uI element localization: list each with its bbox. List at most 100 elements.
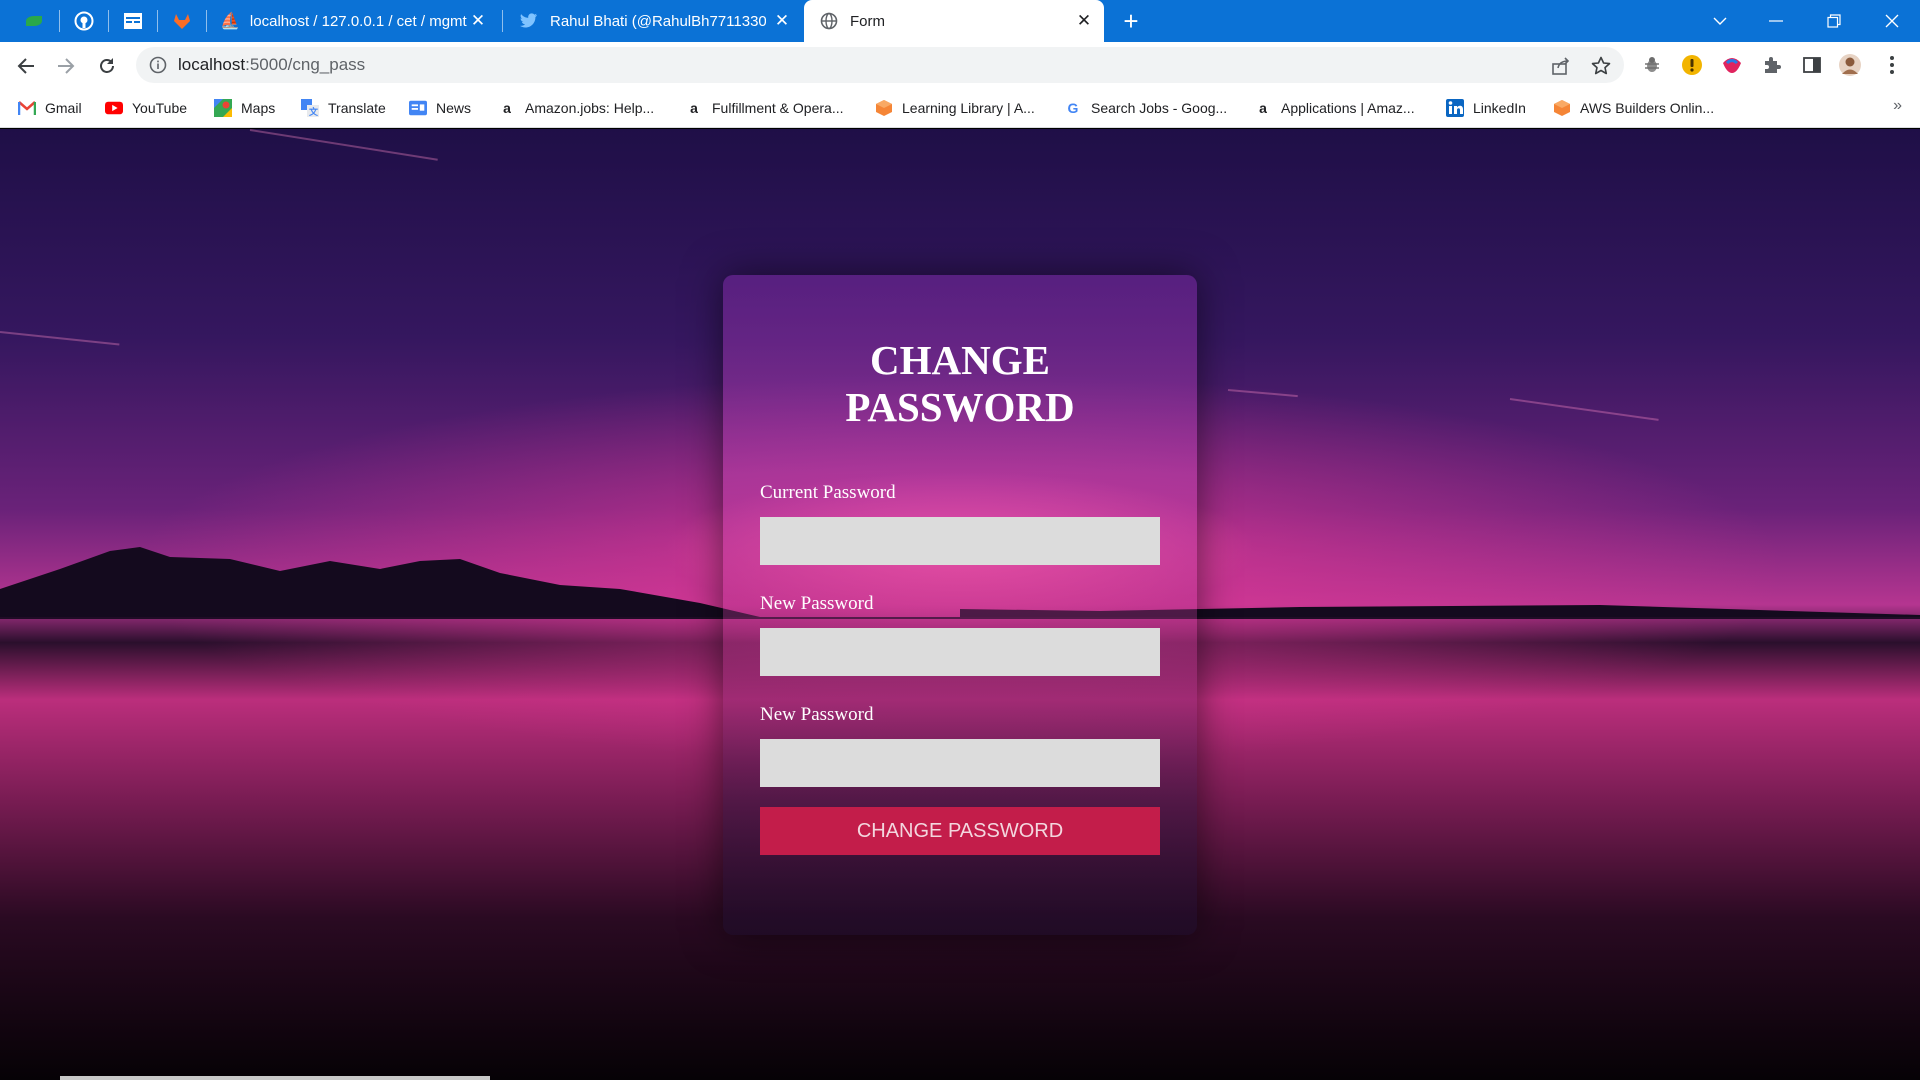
- globe-icon: [820, 12, 838, 30]
- close-icon[interactable]: ✕: [1074, 11, 1094, 31]
- menu-kebab-icon[interactable]: [1877, 50, 1907, 80]
- aws-icon: [875, 99, 893, 117]
- bookmark-label: Fulfillment & Opera...: [712, 100, 844, 116]
- reload-icon: [100, 58, 114, 73]
- confirm-password-label: New Password: [760, 704, 874, 725]
- toolbar: localhost:5000/cng_pass: [0, 42, 1920, 89]
- bookmark-gmail[interactable]: Gmail: [18, 89, 82, 127]
- back-button[interactable]: [10, 50, 42, 82]
- tab-form[interactable]: Form ✕: [804, 0, 1104, 42]
- bookmark-news[interactable]: News: [409, 89, 471, 127]
- linkedin-icon: [1446, 99, 1464, 117]
- tab-title: Form: [850, 12, 885, 30]
- colorful-extension-icon[interactable]: [1717, 50, 1747, 80]
- url-path: :5000/cng_pass: [245, 55, 366, 74]
- change-password-button[interactable]: CHANGE PASSWORD: [760, 807, 1160, 855]
- news-icon: [409, 99, 427, 117]
- current-password-input[interactable]: [760, 517, 1160, 565]
- bookmark-label: News: [436, 100, 472, 116]
- google-icon: G: [1067, 100, 1079, 116]
- arrow-left-icon: [17, 58, 34, 74]
- bookmark-youtube[interactable]: YouTube: [105, 89, 187, 127]
- close-icon: [1885, 14, 1899, 28]
- gmail-icon: [18, 99, 36, 117]
- bookmark-fulfillment[interactable]: a Fulfillment & Opera...: [685, 89, 844, 127]
- restore-icon: [1827, 14, 1841, 28]
- maps-icon: [214, 99, 232, 117]
- phpmyadmin-icon: ⛵: [220, 13, 240, 30]
- pinned-tab-3[interactable]: [109, 0, 157, 42]
- restore-button[interactable]: [1806, 0, 1862, 42]
- calendar-icon: [124, 13, 142, 29]
- yellow-extension-icon[interactable]: [1677, 50, 1707, 80]
- url-text[interactable]: localhost:5000/cng_pass: [178, 47, 365, 83]
- page-viewport: CHANGE PASSWORD Current Password New Pass…: [0, 129, 1920, 1080]
- aws-icon: [1553, 99, 1571, 117]
- pinned-tab-gitlab[interactable]: [158, 0, 206, 42]
- horizontal-scrollbar[interactable]: [60, 1076, 490, 1080]
- tab-twitter[interactable]: Rahul Bhati (@RahulBh77113306 ✕: [506, 0, 802, 42]
- github-icon: [74, 11, 94, 31]
- bookmark-label: YouTube: [132, 100, 188, 116]
- avatar-icon: [1839, 54, 1861, 76]
- bookmark-label: Amazon.jobs: Help...: [525, 100, 655, 116]
- profile-avatar[interactable]: [1835, 50, 1865, 80]
- extensions-puzzle-icon[interactable]: [1757, 50, 1787, 80]
- bookmark-amazon-jobs[interactable]: a Amazon.jobs: Help...: [498, 89, 654, 127]
- bookmark-search-jobs[interactable]: G Search Jobs - Goog...: [1064, 89, 1228, 127]
- address-bar[interactable]: localhost:5000/cng_pass: [136, 47, 1624, 83]
- bookmark-label: Translate: [328, 100, 386, 116]
- bug-extension-icon[interactable]: [1637, 50, 1667, 80]
- reload-button[interactable]: [91, 50, 123, 82]
- close-icon[interactable]: ✕: [468, 11, 488, 31]
- amazon-icon: a: [1259, 100, 1267, 116]
- pinned-tab-1[interactable]: [10, 0, 58, 42]
- close-window-button[interactable]: [1864, 0, 1920, 42]
- current-password-label: Current Password: [760, 482, 896, 503]
- tab-separator: [206, 10, 207, 32]
- gitlab-icon: [174, 14, 190, 29]
- new-tab-button[interactable]: +: [1116, 6, 1146, 36]
- tab-strip: ⛵ localhost / 127.0.0.1 / cet / mgmt ✕ R…: [0, 0, 1920, 42]
- share-icon[interactable]: [1550, 55, 1572, 77]
- pinned-tab-github[interactable]: [60, 0, 108, 42]
- youtube-icon: [105, 99, 123, 117]
- forward-button[interactable]: [50, 50, 82, 82]
- close-icon[interactable]: ✕: [772, 11, 792, 31]
- arrow-right-icon: [58, 58, 75, 74]
- bookmark-label: Maps: [241, 100, 276, 116]
- bookmark-label: Search Jobs - Goog...: [1091, 100, 1228, 116]
- svg-text:文: 文: [308, 106, 319, 117]
- bookmark-aws-builders[interactable]: AWS Builders Onlin...: [1553, 89, 1714, 127]
- more-bookmarks-icon[interactable]: »: [1893, 97, 1902, 115]
- bookmark-label: LinkedIn: [1473, 100, 1526, 116]
- sky-streak: [1509, 398, 1659, 421]
- chevron-down-icon: [1713, 17, 1727, 25]
- page-title: CHANGE PASSWORD: [723, 337, 1197, 431]
- new-password-input[interactable]: [760, 628, 1160, 676]
- leaf-icon: [26, 16, 42, 26]
- star-icon[interactable]: [1590, 55, 1612, 77]
- bookmark-translate[interactable]: 文 Translate: [301, 89, 386, 127]
- bookmarks-bar: Gmail YouTube Maps 文 Translate News a Am…: [0, 89, 1920, 128]
- title-line-1: CHANGE: [870, 337, 1050, 383]
- tab-phpmyadmin[interactable]: ⛵ localhost / 127.0.0.1 / cet / mgmt ✕: [208, 0, 498, 42]
- bookmark-label: Applications | Amaz...: [1281, 100, 1415, 116]
- bookmark-maps[interactable]: Maps: [214, 89, 275, 127]
- bookmark-label: Learning Library | A...: [902, 100, 1035, 116]
- tab-search-button[interactable]: [1692, 0, 1748, 42]
- twitter-icon: [520, 13, 537, 28]
- sky-streak: [0, 331, 120, 346]
- title-line-2: PASSWORD: [845, 384, 1075, 430]
- side-panel-icon[interactable]: [1797, 50, 1827, 80]
- info-icon[interactable]: [148, 55, 168, 75]
- bookmark-learning-library[interactable]: Learning Library | A...: [875, 89, 1035, 127]
- bookmark-linkedin[interactable]: LinkedIn: [1446, 89, 1526, 127]
- confirm-password-input[interactable]: [760, 739, 1160, 787]
- amazon-icon: a: [503, 100, 511, 116]
- tab-title: localhost / 127.0.0.1 / cet / mgmt: [249, 12, 467, 30]
- minimize-button[interactable]: [1748, 0, 1804, 42]
- bookmark-label: AWS Builders Onlin...: [1580, 100, 1715, 116]
- bookmark-applications[interactable]: a Applications | Amaz...: [1254, 89, 1415, 127]
- translate-icon: 文: [301, 99, 319, 117]
